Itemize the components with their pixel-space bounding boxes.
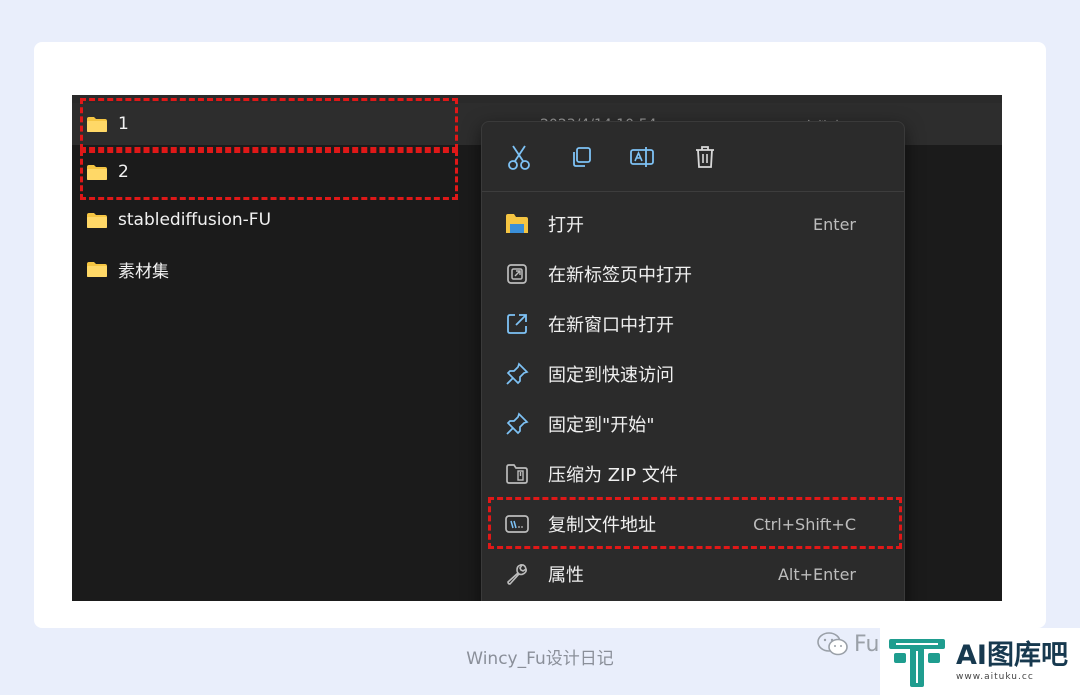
pin-icon xyxy=(504,411,530,437)
menu-item-label: 在新标签页中打开 xyxy=(548,265,692,286)
menu-item-pin-quick-access[interactable]: 固定到快速访问 xyxy=(482,353,904,395)
menu-item-open-new-tab[interactable]: 在新标签页中打开 xyxy=(482,253,904,295)
highlight-box-row-1 xyxy=(80,98,458,150)
menu-item-label: 属性 xyxy=(548,565,584,586)
folder-icon xyxy=(87,261,107,277)
copy-icon[interactable] xyxy=(566,142,596,172)
wechat-text: Fu xyxy=(854,631,880,657)
menu-item-label: 在新窗口中打开 xyxy=(548,315,674,336)
zip-folder-icon xyxy=(504,461,530,487)
wechat-icon xyxy=(817,632,848,656)
aituku-logo: AI图库吧 www.aituku.cc xyxy=(880,628,1080,695)
menu-item-pin-start[interactable]: 固定到"开始" xyxy=(482,403,904,445)
delete-icon[interactable] xyxy=(690,142,720,172)
aituku-logo-mark-icon xyxy=(889,638,945,687)
file-name: 素材集 xyxy=(118,261,169,282)
wechat-watermark: Fu xyxy=(816,630,879,658)
new-window-icon xyxy=(504,311,530,337)
aituku-url: www.aituku.cc xyxy=(956,671,1034,682)
folder-icon xyxy=(87,212,107,228)
highlight-box-copy-path xyxy=(488,497,902,549)
menu-item-open-new-window[interactable]: 在新窗口中打开 xyxy=(482,303,904,345)
cut-icon[interactable] xyxy=(504,142,534,172)
highlight-box-row-2 xyxy=(80,150,458,200)
file-name: stablediffusion-FU xyxy=(118,210,272,230)
aituku-brand: AI图库吧 xyxy=(956,639,1068,671)
pin-icon xyxy=(504,361,530,387)
menu-item-open[interactable]: 打开 Enter xyxy=(482,203,904,245)
file-row-stablediffusion[interactable]: stablediffusion-FU xyxy=(86,207,271,233)
menu-item-shortcut: Enter xyxy=(813,214,856,234)
file-row-sucaiji[interactable]: 素材集 xyxy=(86,256,169,282)
menu-item-properties[interactable]: 属性 Alt+Enter xyxy=(482,553,904,595)
menu-item-label: 压缩为 ZIP 文件 xyxy=(548,465,678,486)
new-tab-icon xyxy=(504,261,530,287)
menu-item-label: 打开 xyxy=(548,215,584,236)
menu-item-label: 固定到"开始" xyxy=(548,415,655,436)
rename-icon[interactable] xyxy=(628,142,658,172)
quick-actions-bar xyxy=(482,122,904,192)
menu-item-compress-zip[interactable]: 压缩为 ZIP 文件 xyxy=(482,453,904,495)
menu-item-shortcut: Alt+Enter xyxy=(777,564,856,584)
menu-item-label: 固定到快速访问 xyxy=(548,365,674,386)
wrench-icon xyxy=(504,561,530,587)
folder-open-icon xyxy=(504,211,530,237)
